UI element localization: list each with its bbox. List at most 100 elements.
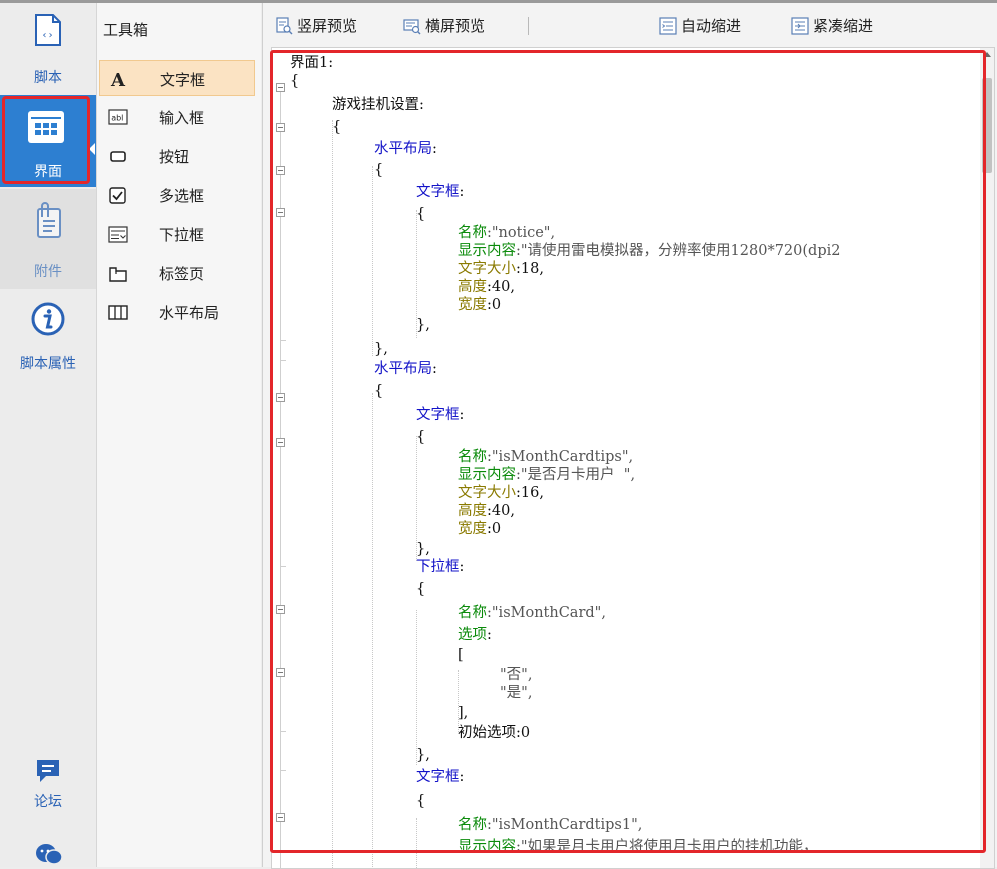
- indent-guide: [332, 120, 333, 868]
- wechat-icon[interactable]: [34, 841, 64, 867]
- scroll-up-arrow-icon[interactable]: [983, 52, 991, 57]
- ui-grid-icon: [28, 111, 64, 143]
- nav-attachment-label: 附件: [34, 264, 62, 280]
- scrollbar-thumb[interactable]: [982, 78, 992, 173]
- code-gutter: [272, 48, 292, 868]
- fold-toggle[interactable]: [276, 393, 285, 402]
- code-keyword: 下拉框: [416, 559, 460, 575]
- vertical-scrollbar[interactable]: [980, 48, 994, 868]
- code-line: 文字大小:18,: [458, 260, 544, 278]
- code-line: 高度:40,: [458, 502, 515, 520]
- code-line: },: [416, 541, 430, 557]
- code-keyword: 文字框: [416, 184, 460, 200]
- code-keyword: 文字框: [416, 407, 460, 423]
- code-line: 文字框:: [416, 768, 464, 786]
- nav-forum-label: 论坛: [34, 794, 62, 810]
- code-line: {: [416, 581, 426, 597]
- code-line: {: [374, 383, 384, 399]
- code-punct: :: [432, 141, 437, 157]
- nav-script-properties[interactable]: 脚本属性: [0, 293, 96, 383]
- code-line: 宽度:0: [458, 520, 501, 538]
- nav-script[interactable]: ‹› 脚本: [0, 3, 96, 93]
- code-key: 名称: [458, 817, 487, 833]
- indent-guide: [372, 393, 373, 868]
- toolbox-item-label: 按钮: [159, 148, 190, 166]
- auto-indent-label: 自动缩进: [681, 17, 742, 35]
- fold-toggle[interactable]: [276, 123, 285, 132]
- code-key: 高度: [458, 503, 487, 519]
- code-keyword: 水平布局: [374, 361, 432, 377]
- code-key: 显示内容: [458, 839, 516, 855]
- code-line: ],: [458, 705, 469, 721]
- code-line: },: [374, 341, 388, 357]
- code-line: 显示内容:"请使用雷电模拟器，分辨率使用1280*720(dpi2: [458, 242, 840, 260]
- code-value: :"如果是月卡用户将使用月卡用户的挂机功能，: [516, 839, 818, 855]
- text-a-icon: A: [110, 70, 126, 89]
- code-value: :"请使用雷电模拟器，分辨率使用1280*720(dpi2: [516, 243, 841, 259]
- code-punct: :: [459, 769, 465, 785]
- code-line: 名称:"notice",: [458, 224, 555, 242]
- toolbox-item-horizontal-layout[interactable]: 水平布局: [99, 294, 255, 330]
- fold-toggle[interactable]: [276, 208, 285, 217]
- preview-landscape-icon: [403, 19, 421, 35]
- compact-indent-label: 紧凑缩进: [813, 17, 874, 35]
- code-line: 文字框:: [416, 183, 464, 201]
- indent-guide: [416, 610, 417, 765]
- code-keyword: 文字框: [416, 769, 460, 785]
- code-line: },: [416, 747, 430, 763]
- code-key: 文字大小: [458, 485, 516, 501]
- code-value: :0: [487, 297, 502, 313]
- code-line: 文字框:: [416, 406, 464, 424]
- fold-toggle[interactable]: [276, 605, 285, 614]
- fold-toggle[interactable]: [276, 166, 285, 175]
- editor-toolbar: 竖屏预览 横屏预览 自动缩进 紧凑缩进: [263, 3, 997, 47]
- code-line: 名称:"isMonthCardtips",: [458, 448, 633, 466]
- code-key: 宽度: [458, 521, 487, 537]
- toolbox-item-checkbox[interactable]: 多选框: [99, 177, 255, 213]
- fold-toggle[interactable]: [276, 813, 285, 822]
- forum-chat-icon: [37, 760, 59, 782]
- code-value: :"notice",: [487, 225, 556, 241]
- nav-forum[interactable]: 论坛: [0, 751, 96, 821]
- compact-indent-icon: [791, 17, 809, 35]
- indent-guide: [372, 166, 373, 356]
- code-key: 显示内容: [458, 467, 516, 483]
- code-editor[interactable]: 界面1: { 游戏挂机设置: { 水平布局: { 文字框: { 名称:"noti…: [271, 47, 995, 869]
- code-value: :18,: [516, 261, 544, 277]
- auto-indent-icon: [659, 17, 677, 35]
- indent-guide: [416, 818, 417, 868]
- input-abl-icon: abl: [108, 109, 128, 125]
- nav-ui[interactable]: 界面: [0, 95, 96, 187]
- horizontal-layout-icon: [108, 305, 128, 320]
- fold-toggle[interactable]: [276, 438, 285, 447]
- preview-doc-icon: [276, 17, 293, 35]
- portrait-preview-label: 竖屏预览: [297, 17, 358, 35]
- code-value: :"isMonthCard",: [487, 605, 606, 621]
- fold-toggle[interactable]: [276, 83, 285, 92]
- code-line: 水平布局:: [374, 360, 437, 378]
- toolbox-item-dropdown[interactable]: 下拉框: [99, 216, 255, 252]
- toolbox-item-button[interactable]: 按钮: [99, 138, 255, 174]
- code-key: 宽度: [458, 297, 487, 313]
- toolbar-separator: [528, 17, 529, 35]
- code-line: 显示内容:"是否月卡用户 ",: [458, 466, 635, 484]
- script-file-icon: ‹›: [35, 14, 61, 46]
- toolbox-item-input[interactable]: abl 输入框: [99, 99, 255, 135]
- nav-attachment[interactable]: 附件: [0, 189, 96, 289]
- code-line: 选项:: [458, 626, 492, 644]
- editor-area: 竖屏预览 横屏预览 自动缩进 紧凑缩进 界面1: {游戏挂机设置: {水平布…: [262, 3, 997, 869]
- toolbox-item-tabpage[interactable]: 标签页: [99, 255, 255, 291]
- code-line: "否",: [500, 667, 533, 683]
- code-line: 游戏挂机设置:: [332, 97, 424, 113]
- svg-text:abl: abl: [111, 114, 123, 123]
- toolbox-item-textbox[interactable]: A 文字框: [99, 60, 255, 96]
- nav-script-label: 脚本: [34, 70, 62, 86]
- button-rect-icon: [110, 151, 126, 162]
- fold-toggle[interactable]: [276, 668, 285, 677]
- nav-script-properties-label: 脚本属性: [20, 356, 76, 372]
- code-line: 下拉框:: [416, 558, 464, 576]
- checkbox-icon: [109, 187, 126, 204]
- code-value: :16,: [516, 485, 544, 501]
- code-punct: :: [459, 407, 465, 423]
- code-key: 名称: [458, 225, 487, 241]
